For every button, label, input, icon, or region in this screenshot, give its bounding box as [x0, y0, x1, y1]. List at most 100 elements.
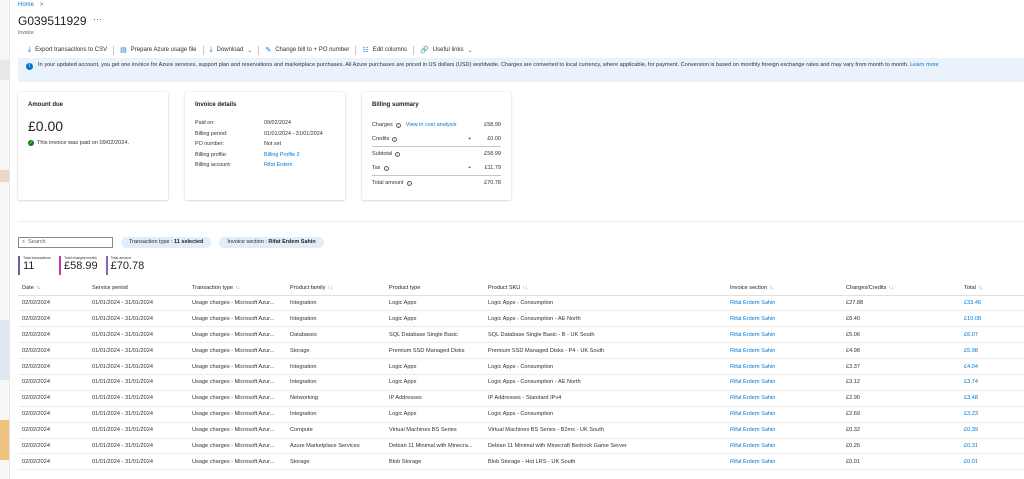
cell-invoice-section[interactable]: Rifat Erdem Sahin — [726, 406, 842, 423]
cell-invoice-section[interactable]: Rifat Erdem Sahin — [726, 326, 842, 344]
info-banner-text: In your updated account, you get one inv… — [38, 62, 909, 68]
cell-charges-credits: £4.98 — [842, 342, 960, 360]
cell-invoice-section[interactable]: Rifat Erdem Sahin — [726, 438, 842, 455]
cell-product-sku: Blob Storage - Hot LRS - UK South — [484, 453, 726, 471]
sort-icon: ↑↓ — [977, 284, 983, 291]
cell-product-type: Debian 11 Minimal with Minecra... — [385, 438, 484, 455]
column-header-date[interactable]: Date ↑↓ — [18, 281, 88, 296]
prepare-usage-file-button[interactable]: ▤ Prepare Azure usage file — [114, 46, 202, 54]
cell-total[interactable]: £0.39 — [960, 422, 1024, 439]
table-row[interactable]: 02/02/2024 01/01/2024 - 31/01/2024 Usage c… — [18, 310, 1024, 328]
transaction-type-filter[interactable]: Transaction type : 11 selected — [121, 236, 212, 248]
cell-product-family: Databases — [286, 326, 385, 344]
cell-transaction-type: Usage charges - Microsoft Azur... — [188, 406, 286, 423]
column-header-invoice-section[interactable]: Invoice section ↑↓ — [726, 281, 842, 296]
cell-invoice-section[interactable]: Rifat Erdem Sahin — [726, 342, 842, 360]
useful-links-button[interactable]: 🔗 Useful links ⌄ — [414, 46, 478, 54]
cell-service-period: 01/01/2024 - 31/01/2024 — [88, 326, 188, 344]
table-row[interactable]: 02/02/2024 01/01/2024 - 31/01/2024 Usage c… — [18, 342, 1024, 360]
export-csv-label: Export transactions to CSV — [35, 47, 108, 53]
stat-total-charges: Total charges/credits £58.99 — [58, 256, 98, 275]
download-icon: ⤓ — [209, 46, 213, 53]
search-input[interactable]: ⌕ Search — [18, 236, 113, 248]
edit-columns-button[interactable]: ☷ Edit columns — [356, 46, 413, 54]
cell-total[interactable]: £3.23 — [960, 406, 1024, 423]
table-row[interactable]: 02/02/2024 01/01/2024 - 31/01/2024 Usage c… — [18, 358, 1024, 375]
detail-row: Paid on: 09/02/2024 — [195, 118, 335, 129]
cell-invoice-section[interactable]: Rifat Erdem Sahin — [726, 310, 842, 328]
column-header-product-family[interactable]: Product family ↑↓ — [286, 281, 385, 296]
table-row[interactable]: 02/02/2024 01/01/2024 - 31/01/2024 Usage c… — [18, 390, 1024, 407]
column-header-product-type[interactable]: Product type — [385, 281, 484, 296]
column-header-transaction-type[interactable]: Transaction type ↑↓ — [188, 281, 286, 296]
table-row[interactable]: 02/02/2024 01/01/2024 - 31/01/2024 Usage c… — [18, 374, 1024, 391]
cell-charges-credits: £0.26 — [842, 438, 960, 455]
background-window-strip — [0, 0, 10, 479]
detail-key: Billing account: — [195, 162, 232, 169]
table-row[interactable]: 02/02/2024 01/01/2024 - 31/01/2024 Usage c… — [18, 453, 1024, 471]
cell-transaction-type: Usage charges - Microsoft Azur... — [188, 422, 286, 439]
cell-total[interactable]: £0.31 — [960, 438, 1024, 455]
cell-service-period: 01/01/2024 - 31/01/2024 — [88, 342, 188, 360]
download-icon: ⤓ — [28, 46, 32, 53]
cell-date: 02/02/2024 — [18, 390, 88, 407]
table-row[interactable]: 02/02/2024 01/01/2024 - 31/01/2024 Usage c… — [18, 422, 1024, 439]
cell-invoice-section[interactable]: Rifat Erdem Sahin — [726, 358, 842, 375]
cell-invoice-section[interactable]: Rifat Erdem Sahin — [726, 390, 842, 407]
info-icon[interactable]: i — [395, 122, 401, 128]
info-icon[interactable]: i — [392, 136, 398, 142]
cell-invoice-section[interactable]: Rifat Erdem Sahin — [726, 295, 842, 312]
cell-total[interactable]: £0.01 — [960, 453, 1024, 471]
filter-value: Rifat Erdem Sahin — [268, 239, 316, 245]
credits-value: £0.00 — [487, 136, 501, 142]
cell-product-family: Integration — [286, 295, 385, 312]
cell-total[interactable]: £4.04 — [960, 358, 1024, 375]
cell-invoice-section[interactable]: Rifat Erdem Sahin — [726, 453, 842, 471]
table-row[interactable]: 02/02/2024 01/01/2024 - 31/01/2024 Usage c… — [18, 326, 1024, 344]
cell-total[interactable]: £5.98 — [960, 342, 1024, 360]
change-bill-to-button[interactable]: ✎ Change bill to + PO number — [259, 46, 355, 54]
cell-invoice-section[interactable]: Rifat Erdem Sahin — [726, 422, 842, 439]
column-header-service-period[interactable]: Service period — [88, 281, 188, 296]
cell-product-type: Premium SSD Managed Disks — [385, 342, 484, 360]
cell-total[interactable]: £33.46 — [960, 295, 1024, 312]
export-csv-button[interactable]: ⤓ Export transactions to CSV — [22, 46, 113, 54]
column-header-charges-credits[interactable]: Charges/Credits ↑↓ — [842, 281, 960, 296]
cell-date: 02/02/2024 — [18, 453, 88, 471]
page-title: G039511929 — [18, 14, 87, 28]
column-header-product-sku[interactable]: Product SKU ↑↓ — [484, 281, 726, 296]
cell-total[interactable]: £10.08 — [960, 310, 1024, 328]
prepare-usage-label: Prepare Azure usage file — [130, 47, 197, 53]
cell-total[interactable]: £3.48 — [960, 390, 1024, 407]
invoice-section-filter[interactable]: Invoice section : Rifat Erdem Sahin — [219, 236, 324, 248]
learn-more-link[interactable]: Learn more — [910, 62, 939, 68]
cell-product-sku: Virtual Machines BS Series - B2ms - UK S… — [484, 422, 726, 439]
cell-service-period: 01/01/2024 - 31/01/2024 — [88, 406, 188, 423]
billing-profile-link[interactable]: Billing Profile 2 — [264, 152, 300, 158]
cell-service-period: 01/01/2024 - 31/01/2024 — [88, 295, 188, 312]
more-options-button[interactable]: ··· — [93, 14, 102, 24]
column-header-total[interactable]: Total ↑↓ — [960, 281, 1024, 296]
table-row[interactable]: 02/02/2024 01/01/2024 - 31/01/2024 Usage c… — [18, 295, 1024, 312]
edit-columns-label: Edit columns — [372, 47, 408, 53]
info-icon[interactable]: i — [383, 165, 389, 171]
billing-account-link[interactable]: Rifat Erdem — [264, 162, 292, 168]
paid-status: ✓ This invoice was paid on 09/02/2024. — [28, 140, 158, 146]
info-icon[interactable]: i — [395, 151, 401, 157]
invoice-page: Home > G039511929 ··· Invoice ⤓ Export t… — [18, 0, 1024, 479]
amount-due-title: Amount due — [28, 102, 63, 108]
download-button[interactable]: ⤓ Download ⌄ — [204, 46, 259, 54]
info-icon[interactable]: i — [406, 180, 412, 186]
invoice-details-card: Invoice details Paid on: 09/02/2024 Billi… — [185, 92, 345, 200]
table-row[interactable]: 02/02/2024 01/01/2024 - 31/01/2024 Usage c… — [18, 438, 1024, 455]
cell-charges-credits: £27.88 — [842, 295, 960, 312]
cell-product-sku: SQL Database Single Basic - B - UK South — [484, 326, 726, 344]
cell-invoice-section[interactable]: Rifat Erdem Sahin — [726, 374, 842, 391]
cell-product-type: Blob Storage — [385, 453, 484, 471]
view-cost-analysis-link[interactable]: View in cost analysis — [406, 122, 457, 128]
amount-due-value: £0.00 — [28, 118, 64, 134]
cell-total[interactable]: £3.74 — [960, 374, 1024, 391]
table-row[interactable]: 02/02/2024 01/01/2024 - 31/01/2024 Usage c… — [18, 406, 1024, 423]
cell-total[interactable]: £6.07 — [960, 326, 1024, 344]
breadcrumb-home-link[interactable]: Home — [18, 2, 34, 8]
